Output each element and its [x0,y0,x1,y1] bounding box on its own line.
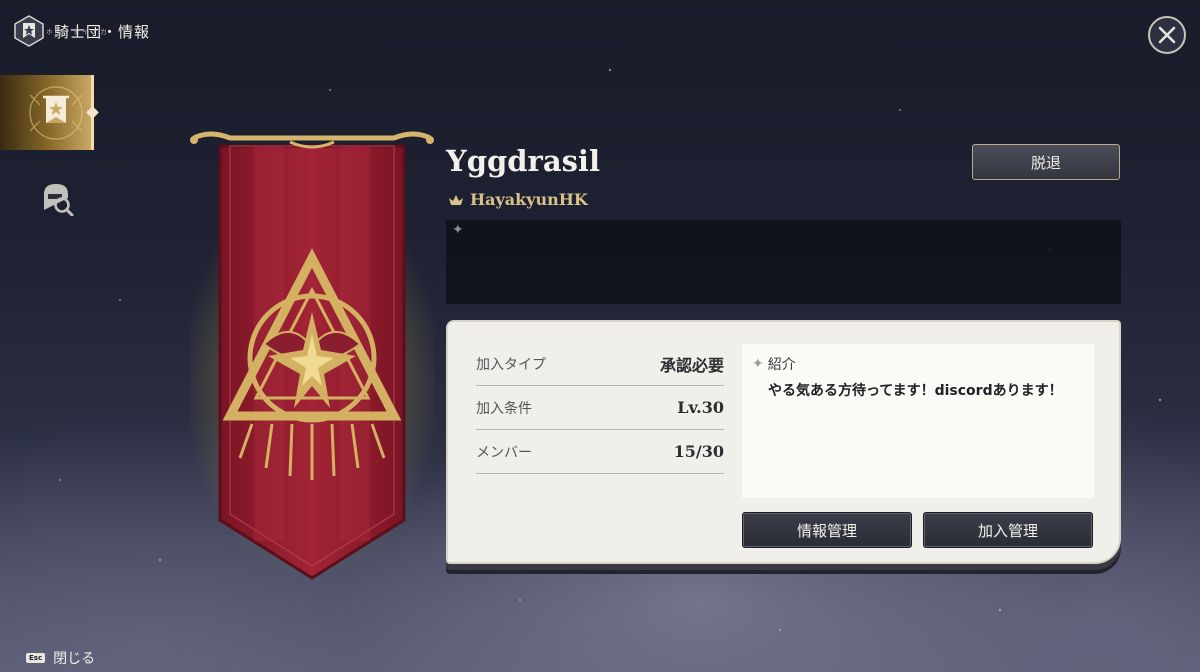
leader-name: HayakyunHK [470,190,588,209]
guild-name: Yggdrasil [446,144,600,178]
detail-row-members: メンバー 15/30 [476,430,724,474]
intro-text: やる気ある方待ってます！discordあります！ [768,383,1063,399]
members-value: 15/30 [673,442,724,461]
guild-banner [190,131,435,580]
guild-leader: HayakyunHK [448,190,588,209]
leader-crown-icon [449,194,463,205]
page-subtitle: ホウ｜まイナカ [46,28,109,36]
info-manage-button[interactable]: 情報管理 [742,512,912,548]
intro-title: 紹介 [767,357,796,373]
guild-emblem-icon [14,15,44,47]
close-button[interactable] [1148,16,1186,54]
close-icon [1158,26,1176,44]
footer-close-hint[interactable]: Esc 閉じる [26,648,95,668]
sidebar-item-guild-info[interactable] [0,75,94,150]
intro-box: ✦ 紹介 やる気ある方待ってます！discordあります！ [742,344,1094,498]
intro-header: ✦ 紹介 [752,354,796,374]
join-type-label: 加入タイプ [476,356,546,373]
detail-row-join-type: 加入タイプ 承認必要 [476,342,724,386]
guild-detail-panel: 加入タイプ 承認必要 加入条件 Lv.30 メンバー 15/30 ✦ 紹介 やる… [446,320,1121,564]
banner-icon [29,86,83,140]
join-condition-value: Lv.30 [677,398,724,417]
guild-search-icon[interactable] [40,180,74,216]
footer-close-label: 閉じる [53,651,96,667]
join-manage-button[interactable]: 加入管理 [923,512,1093,548]
guild-notice-box: ✦ [446,220,1121,304]
esc-key-icon: Esc [26,653,46,663]
join-condition-label: 加入条件 [476,400,532,417]
join-type-value: 承認必要 [659,355,724,375]
sparkle-icon: ✦ [452,222,464,238]
members-label: メンバー [476,444,532,461]
leave-guild-button[interactable]: 脱退 [972,144,1120,180]
sparkle-icon: ✦ [752,356,764,372]
detail-row-join-condition: 加入条件 Lv.30 [476,386,724,430]
